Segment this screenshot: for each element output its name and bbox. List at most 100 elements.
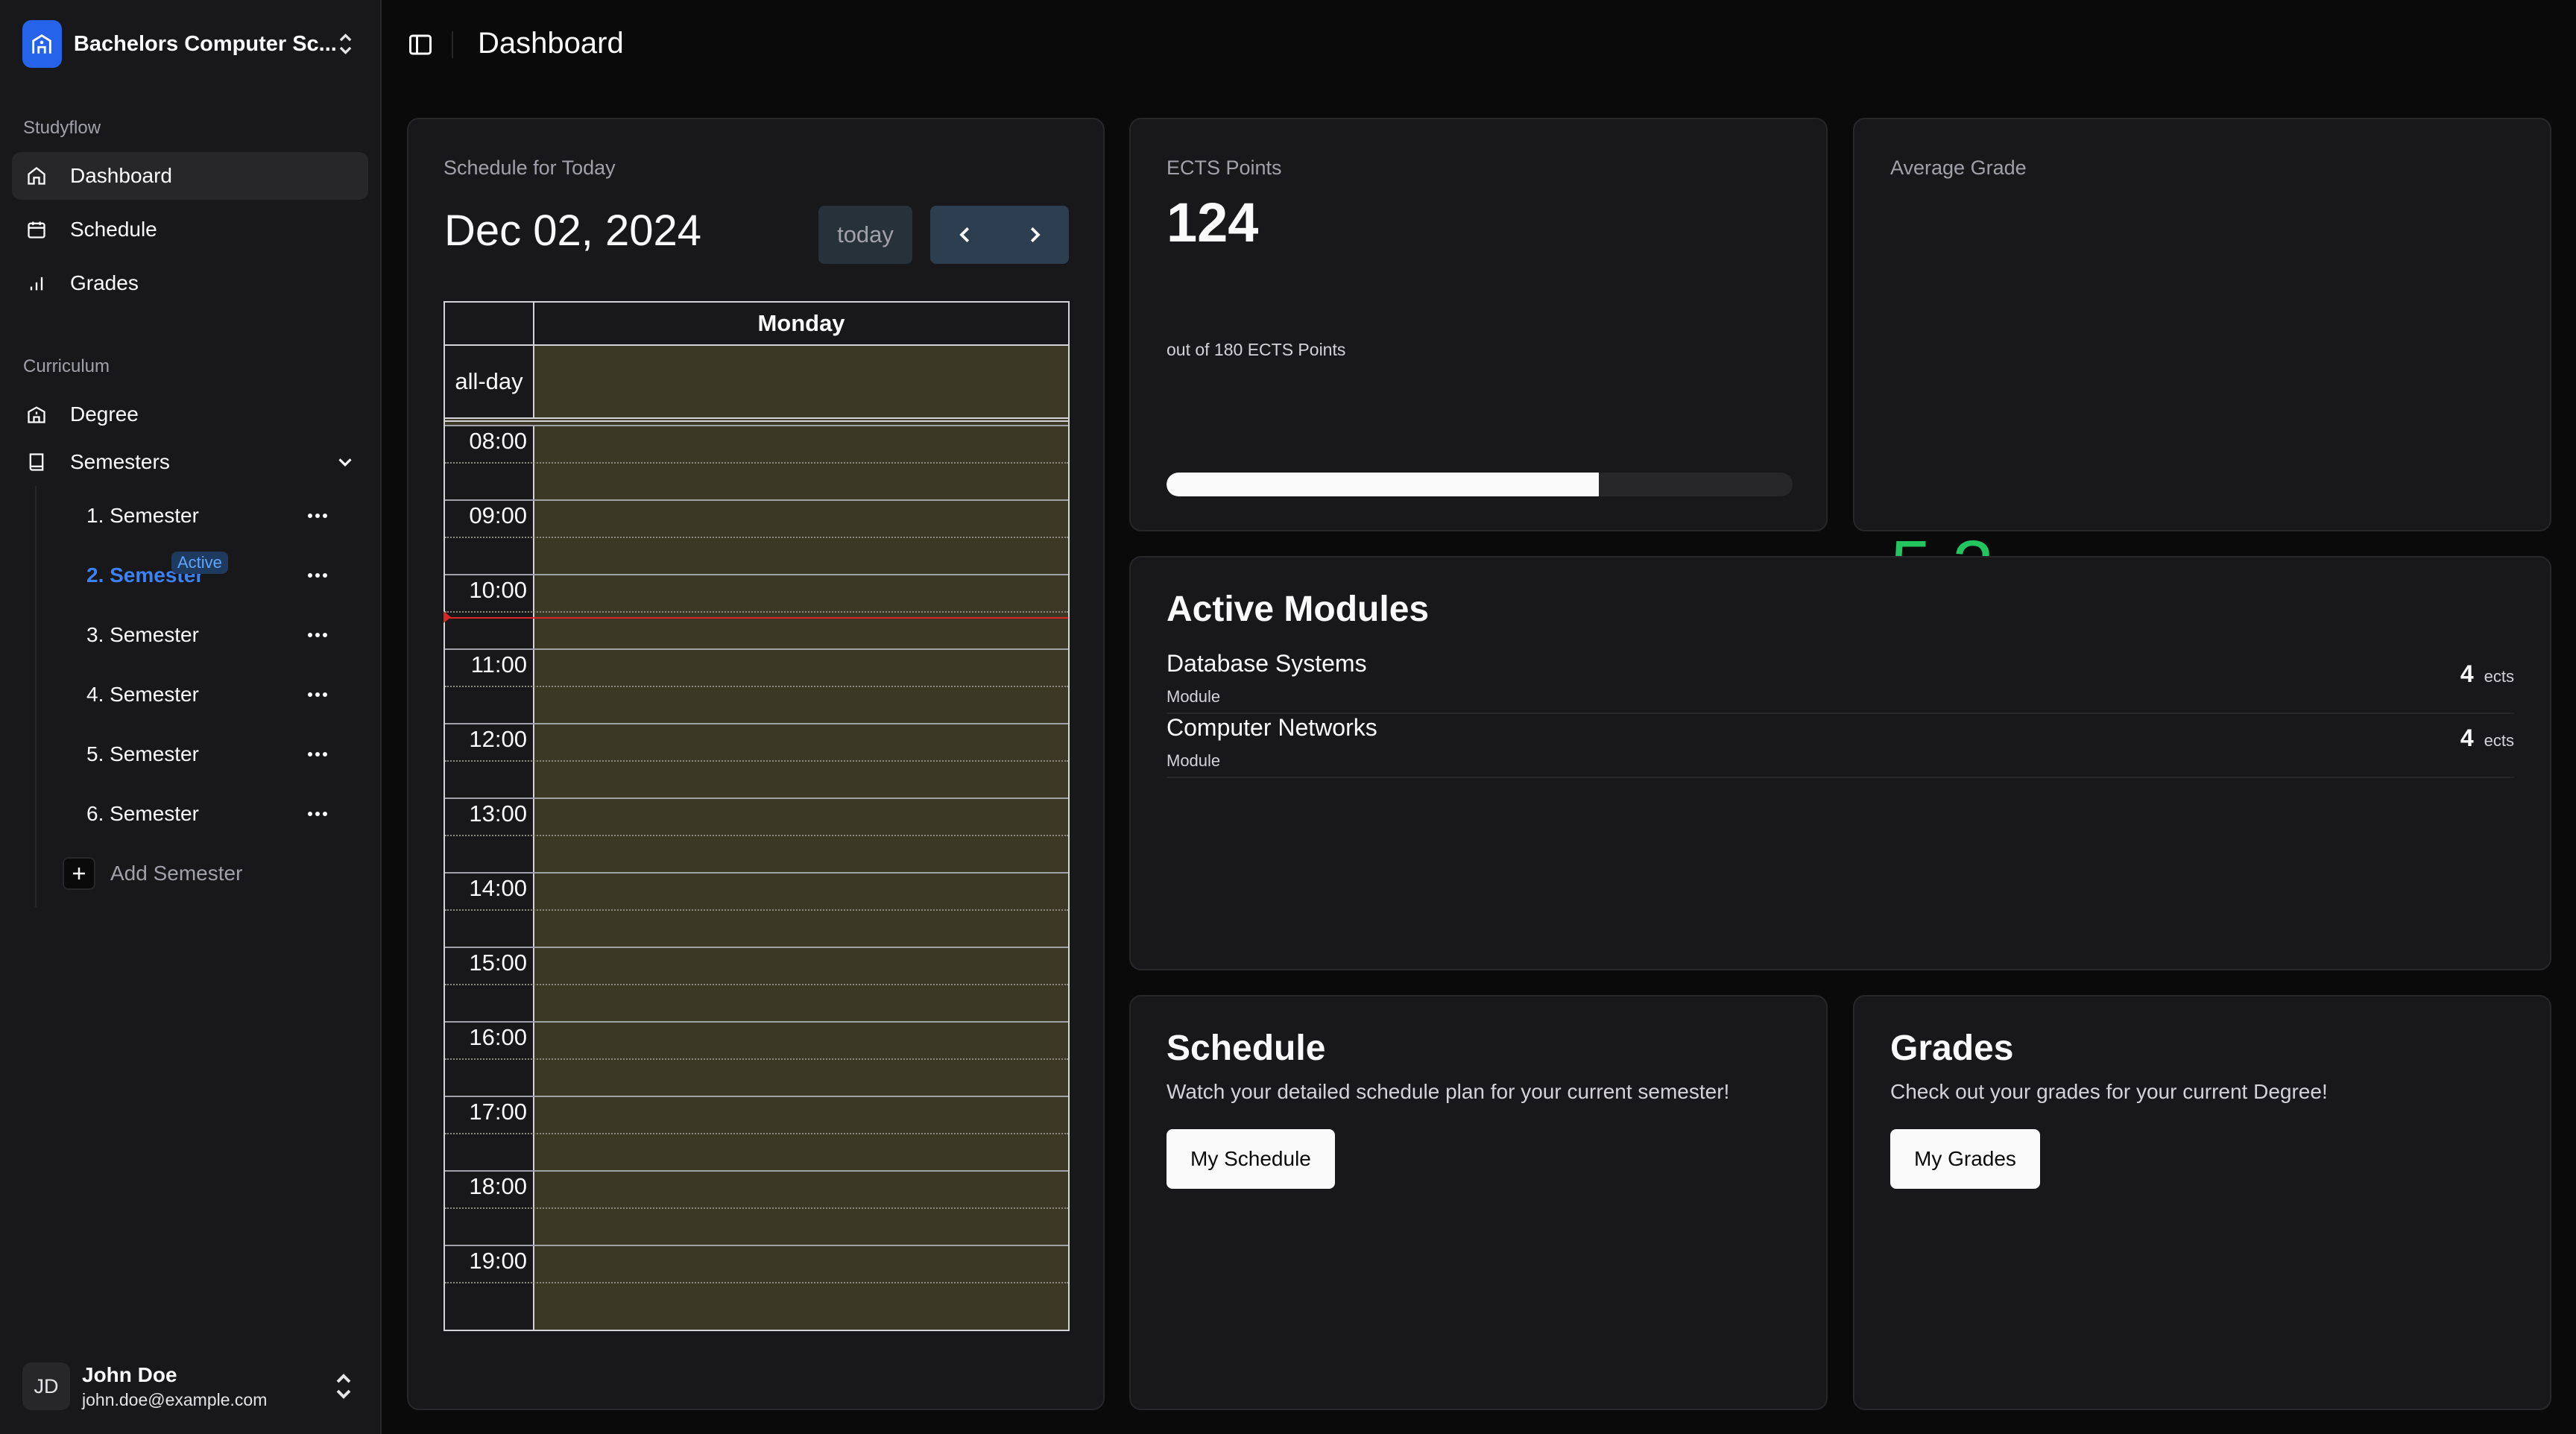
hour-row[interactable]: 10:00 — [445, 574, 1068, 648]
card-description: Watch your detailed schedule plan for yo… — [1167, 1080, 1730, 1103]
more-icon[interactable] — [304, 744, 331, 765]
module-row[interactable]: Computer Networks Module 4 ects — [1167, 714, 2514, 778]
add-semester-label: Add Semester — [110, 862, 243, 885]
module-ects-unit: ects — [2484, 667, 2514, 686]
more-icon[interactable] — [304, 803, 331, 824]
semester-label: 1. Semester — [86, 504, 199, 527]
half-hour-gridline — [445, 984, 1068, 985]
half-hour-gridline — [445, 537, 1068, 538]
section-label-studyflow: Studyflow — [23, 118, 101, 138]
schedule-date: Dec 02, 2024 — [444, 206, 702, 255]
hour-gridline — [445, 499, 1068, 501]
hour-label: 09:00 — [469, 502, 527, 528]
semester-label: 6. Semester — [86, 802, 199, 825]
semester-label: 3. Semester — [86, 623, 199, 646]
hour-label: 12:00 — [469, 726, 527, 752]
more-icon[interactable] — [304, 625, 331, 645]
hour-label: 15:00 — [469, 950, 527, 976]
day-calendar[interactable]: Monday all-day 08:00 09:00 10:00 11:00 12:00… — [443, 301, 1070, 1331]
user-email: john.doe@example.com — [82, 1389, 268, 1409]
current-time-marker — [443, 611, 451, 624]
half-hour-gridline — [445, 686, 1068, 687]
user-name: John Doe — [82, 1362, 177, 1386]
semester-item-1[interactable]: 1. Semester — [69, 492, 361, 540]
semester-item-5[interactable]: 5. Semester — [69, 730, 361, 778]
schedule-promo-card: Schedule Watch your detailed schedule pl… — [1129, 995, 1828, 1410]
sidebar-toggle-icon[interactable] — [405, 31, 435, 58]
user-menu[interactable]: JD John Doe john.doe@example.com — [22, 1359, 362, 1413]
allday-row[interactable]: all-day — [445, 346, 1068, 422]
sidebar-item-degree[interactable]: Degree — [12, 391, 368, 438]
sidebar-item-grades[interactable]: Grades — [12, 259, 368, 307]
hour-label: 13:00 — [469, 800, 527, 827]
hour-row[interactable]: 11:00 — [445, 648, 1068, 723]
sidebar-item-label: Grades — [70, 271, 139, 294]
more-icon[interactable] — [304, 684, 331, 705]
ects-progress-bar — [1167, 473, 1793, 496]
card-label: Average Grade — [1890, 157, 2027, 179]
plus-icon — [63, 857, 95, 890]
chevrons-up-down-icon — [336, 1374, 351, 1399]
date-nav-group — [930, 206, 1069, 264]
add-semester-button[interactable]: Add Semester — [63, 854, 242, 893]
sidebar-item-semesters[interactable]: Semesters — [12, 438, 368, 486]
hour-row[interactable]: 13:00 — [445, 797, 1068, 872]
my-grades-button[interactable]: My Grades — [1890, 1129, 2040, 1189]
semester-item-4[interactable]: 4. Semester — [69, 671, 361, 718]
next-day-button[interactable] — [1000, 206, 1069, 264]
ects-card: ECTS Points 124 out of 180 ECTS Points — [1129, 118, 1828, 531]
hour-label: 10:00 — [469, 577, 527, 603]
semester-item-3[interactable]: 3. Semester — [69, 611, 361, 659]
half-hour-gridline — [445, 611, 1068, 613]
hour-gridline — [445, 723, 1068, 724]
hour-label: 17:00 — [469, 1099, 527, 1125]
user-info: John Doe john.doe@example.com — [82, 1363, 333, 1410]
bar-chart-icon — [24, 271, 49, 296]
hour-row[interactable]: 18:00 — [445, 1170, 1068, 1245]
hour-row[interactable]: 19:00 — [445, 1245, 1068, 1319]
book-icon — [24, 449, 49, 475]
sidebar-item-schedule[interactable]: Schedule — [12, 206, 368, 253]
workspace-switcher[interactable]: Bachelors Computer Sc... — [22, 19, 362, 69]
hour-gridline — [445, 797, 1068, 799]
hour-label: 16:00 — [469, 1024, 527, 1050]
card-label: ECTS Points — [1167, 157, 1282, 179]
hour-gridline — [445, 648, 1068, 650]
my-schedule-button[interactable]: My Schedule — [1167, 1129, 1335, 1189]
avatar: JD — [22, 1362, 70, 1410]
hour-row[interactable]: 08:00 — [445, 425, 1068, 499]
module-row[interactable]: Database Systems Module 4 ects — [1167, 650, 2514, 714]
sidebar-item-dashboard[interactable]: Dashboard — [12, 152, 368, 200]
half-hour-gridline — [445, 1133, 1068, 1134]
hour-row[interactable]: 15:00 — [445, 947, 1068, 1021]
module-ects-value: 4 — [2460, 660, 2474, 687]
active-badge: Active — [171, 552, 228, 574]
chevron-left-icon — [959, 227, 969, 243]
hour-label: 08:00 — [469, 428, 527, 454]
hour-row[interactable]: 17:00 — [445, 1096, 1068, 1170]
half-hour-gridline — [445, 1207, 1068, 1209]
sidebar-item-label: Dashboard — [70, 164, 172, 187]
prev-day-button[interactable] — [930, 206, 1000, 264]
module-name: Computer Networks — [1167, 714, 1377, 741]
ects-value: 124 — [1167, 192, 1259, 253]
module-ects: 4 ects — [2460, 660, 2514, 688]
more-icon[interactable] — [304, 505, 331, 526]
hour-row[interactable]: 14:00 — [445, 872, 1068, 947]
semester-label: 5. Semester — [86, 742, 199, 765]
hour-gridline — [445, 947, 1068, 948]
today-button[interactable]: today — [818, 206, 912, 264]
semester-item-6[interactable]: 6. Semester — [69, 790, 361, 838]
hour-row[interactable]: 16:00 — [445, 1021, 1068, 1096]
card-title: Active Modules — [1167, 590, 1430, 629]
card-description: Check out your grades for your current D… — [1890, 1080, 2328, 1103]
hour-row[interactable]: 09:00 — [445, 499, 1068, 574]
hour-gridline — [445, 425, 1068, 426]
current-time-line — [445, 617, 1068, 619]
hour-row[interactable]: 12:00 — [445, 723, 1068, 797]
chevron-down-icon[interactable] — [334, 451, 356, 473]
half-hour-gridline — [445, 1282, 1068, 1283]
hour-gridline — [445, 1021, 1068, 1023]
more-icon[interactable] — [304, 565, 331, 586]
semester-item-2[interactable]: 2. Semester Active — [69, 552, 361, 599]
